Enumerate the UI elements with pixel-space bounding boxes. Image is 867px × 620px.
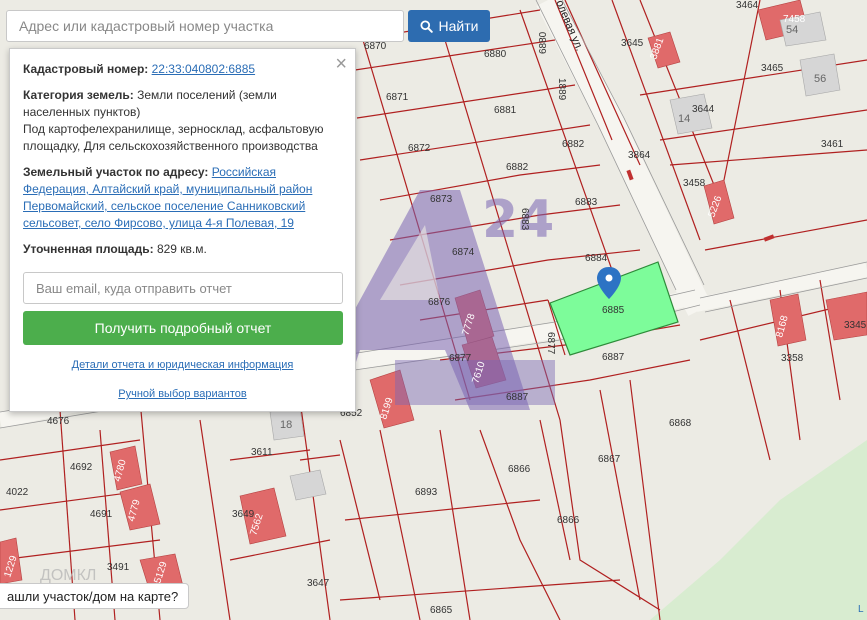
parcel-label: 6877: [545, 332, 556, 355]
parcel-label: 6865: [430, 605, 453, 616]
cadastral-number-link[interactable]: 22:33:040802:6885: [152, 62, 255, 76]
area-value: 829 кв.м.: [156, 242, 207, 256]
watermark-domclick: ДОМКЛ: [40, 567, 96, 584]
house-number: 54: [786, 24, 798, 36]
parcel-label: 4676: [47, 416, 70, 427]
email-field[interactable]: [23, 272, 343, 304]
parcel-label: 6867: [598, 454, 621, 465]
search-input[interactable]: [6, 10, 404, 42]
area-row: Уточненная площадь: 829 кв.м.: [23, 241, 342, 258]
search-button-label: Найти: [438, 18, 479, 34]
parcel-label: 3611: [251, 447, 273, 458]
parcel-label: 6876: [428, 297, 451, 308]
details-link[interactable]: Детали отчета и юридическая информация: [23, 357, 342, 374]
parcel-label: 3358: [781, 353, 804, 364]
parcel-label: 3461: [821, 139, 844, 150]
address-label: Земельный участок по адресу:: [23, 165, 209, 179]
parcel-label: 6881: [494, 105, 517, 116]
house-number: 56: [814, 73, 826, 85]
house-number: 1889: [556, 78, 567, 101]
address-row: Земельный участок по адресу: Российская …: [23, 164, 342, 232]
parcel-label: 6877: [449, 353, 472, 364]
search-icon: [420, 19, 433, 33]
area-label: Уточненная площадь:: [23, 242, 154, 256]
parcel-label: 6883: [575, 197, 598, 208]
parcel-label: 6868: [669, 418, 692, 429]
parcel-label: 3345: [844, 320, 867, 331]
parcel-label: 6872: [408, 143, 431, 154]
parcel-label: 6866: [508, 464, 531, 475]
search-button[interactable]: Найти: [408, 10, 490, 42]
parcel-label: 3864: [628, 150, 651, 161]
category-row: Категория земель: Земли поселений (земли…: [23, 87, 342, 155]
house-number: 14: [678, 113, 690, 125]
manual-select-link[interactable]: Ручной выбор вариантов: [23, 386, 342, 403]
parcel-label: 6866: [557, 515, 580, 526]
parcel-label: 3647: [307, 578, 330, 589]
parcel-label: 6887: [506, 392, 529, 403]
parcel-label: 3491: [107, 562, 130, 573]
found-on-map-prompt[interactable]: ашли участок/дом на карте?: [0, 583, 190, 609]
parcel-label: 3465: [761, 63, 784, 74]
parcel-info-popup: × Кадастровый номер: 22:33:040802:6885 К…: [9, 48, 356, 412]
parcel-label: 3649: [232, 509, 255, 520]
parcel-label: 6873: [430, 194, 453, 205]
usage-text: Под картофелехранилище, зерносклад, асфа…: [23, 122, 324, 153]
parcel-label: 3458: [683, 178, 706, 189]
parcel-label: 6880: [538, 31, 549, 54]
category-label: Категория земель:: [23, 88, 134, 102]
parcel-label: 4692: [70, 462, 93, 473]
parcel-label: 6870: [364, 41, 387, 52]
watermark-24: 24: [482, 190, 554, 250]
parcel-label: 4022: [6, 487, 29, 498]
parcel-label: 3645: [621, 38, 644, 49]
parcel-label: 6887: [602, 352, 625, 363]
parcel-label-selected: 6885: [602, 305, 625, 316]
parcel-label: 6874: [452, 247, 475, 258]
parcel-label: 6882: [506, 162, 529, 173]
parcel-label: 6871: [386, 92, 409, 103]
parcel-label: 3464: [736, 0, 759, 11]
parcel-label: 6893: [415, 487, 438, 498]
get-report-button[interactable]: Получить подробный отчет: [23, 311, 343, 345]
cadastral-label: Кадастровый номер:: [23, 62, 149, 76]
cadastral-row: Кадастровый номер: 22:33:040802:6885: [23, 61, 342, 78]
close-icon[interactable]: ×: [335, 53, 347, 75]
parcel-label: 6882: [562, 139, 585, 150]
parcel-label: 6880: [484, 49, 507, 60]
parcel-label: 4691: [90, 509, 113, 520]
parcel-label: 3644: [692, 104, 715, 115]
house-number: 18: [280, 419, 292, 431]
map-corner-mark: L: [858, 604, 864, 615]
parcel-label: 6883: [519, 208, 530, 231]
parcel-label: 6884: [585, 253, 608, 264]
